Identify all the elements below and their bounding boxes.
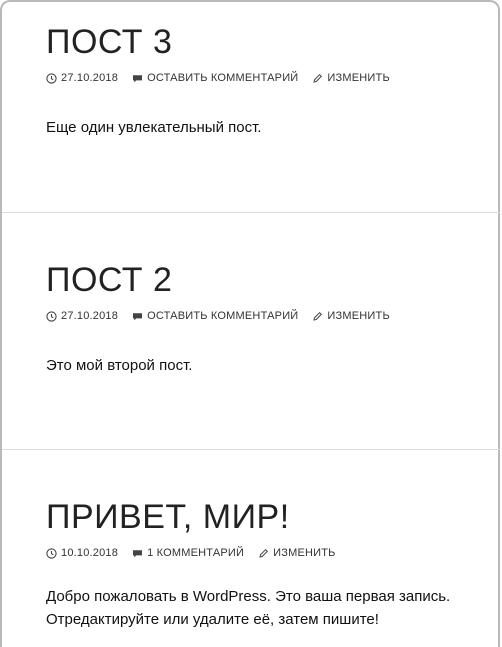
post-date-link[interactable]: 27.10.2018 (61, 72, 118, 84)
post-content-line: Это мой второй пост. (46, 357, 193, 374)
post-article: ПРИВЕТ, МИР! 10.10.2018 1 КОММЕНТАРИЙ ИЗ… (2, 497, 502, 631)
leave-comment-link[interactable]: ОСТАВИТЬ КОММЕНТАРИЙ (147, 310, 298, 322)
edit-post-link[interactable]: ИЗМЕНИТЬ (327, 72, 389, 84)
pencil-icon (258, 548, 269, 559)
post-content: Еще один увлекательный пост. (46, 116, 502, 139)
post-article: ПОСТ 3 27.10.2018 ОСТАВИТЬ КОММЕНТАРИЙ И… (2, 22, 502, 139)
post-divider (2, 212, 500, 213)
post-comments[interactable]: ОСТАВИТЬ КОММЕНТАРИЙ (132, 72, 298, 84)
post-date[interactable]: 10.10.2018 (46, 547, 118, 559)
post-edit[interactable]: ИЗМЕНИТЬ (312, 72, 390, 84)
pencil-icon (312, 73, 323, 84)
post-content-line: Отредактируйте или удалите её, затем пиш… (46, 611, 379, 628)
post-date-link[interactable]: 10.10.2018 (61, 547, 118, 559)
leave-comment-link[interactable]: ОСТАВИТЬ КОММЕНТАРИЙ (147, 72, 298, 84)
post-edit[interactable]: ИЗМЕНИТЬ (312, 310, 390, 322)
post-content: Добро пожаловать в WordPress. Это ваша п… (46, 585, 502, 631)
post-date[interactable]: 27.10.2018 (46, 310, 118, 322)
post-content-line: Еще один увлекательный пост. (46, 119, 262, 136)
post-title[interactable]: ПОСТ 3 (46, 22, 502, 62)
post-meta: 10.10.2018 1 КОММЕНТАРИЙ ИЗМЕНИТЬ (46, 547, 502, 559)
post-date-link[interactable]: 27.10.2018 (61, 310, 118, 322)
comment-bubble-icon (132, 73, 143, 84)
post-title[interactable]: ПОСТ 2 (46, 260, 502, 300)
edit-post-link[interactable]: ИЗМЕНИТЬ (273, 547, 335, 559)
pencil-icon (312, 311, 323, 322)
clock-icon (46, 547, 57, 559)
comment-bubble-icon (132, 548, 143, 559)
post-article: ПОСТ 2 27.10.2018 ОСТАВИТЬ КОММЕНТАРИЙ И… (2, 260, 502, 377)
post-date[interactable]: 27.10.2018 (46, 72, 118, 84)
comments-count-link[interactable]: 1 КОММЕНТАРИЙ (147, 547, 244, 559)
post-edit[interactable]: ИЗМЕНИТЬ (258, 547, 335, 559)
post-divider (2, 449, 500, 450)
post-meta: 27.10.2018 ОСТАВИТЬ КОММЕНТАРИЙ ИЗМЕНИТЬ (46, 72, 502, 84)
post-title[interactable]: ПРИВЕТ, МИР! (46, 497, 502, 537)
post-meta: 27.10.2018 ОСТАВИТЬ КОММЕНТАРИЙ ИЗМЕНИТЬ (46, 310, 502, 322)
clock-icon (46, 72, 57, 84)
post-content: Это мой второй пост. (46, 354, 502, 377)
post-content-line: Добро пожаловать в WordPress. Это ваша п… (46, 588, 451, 605)
edit-post-link[interactable]: ИЗМЕНИТЬ (327, 310, 389, 322)
post-comments[interactable]: ОСТАВИТЬ КОММЕНТАРИЙ (132, 310, 298, 322)
post-comments[interactable]: 1 КОММЕНТАРИЙ (132, 547, 244, 559)
clock-icon (46, 310, 57, 322)
comment-bubble-icon (132, 311, 143, 322)
